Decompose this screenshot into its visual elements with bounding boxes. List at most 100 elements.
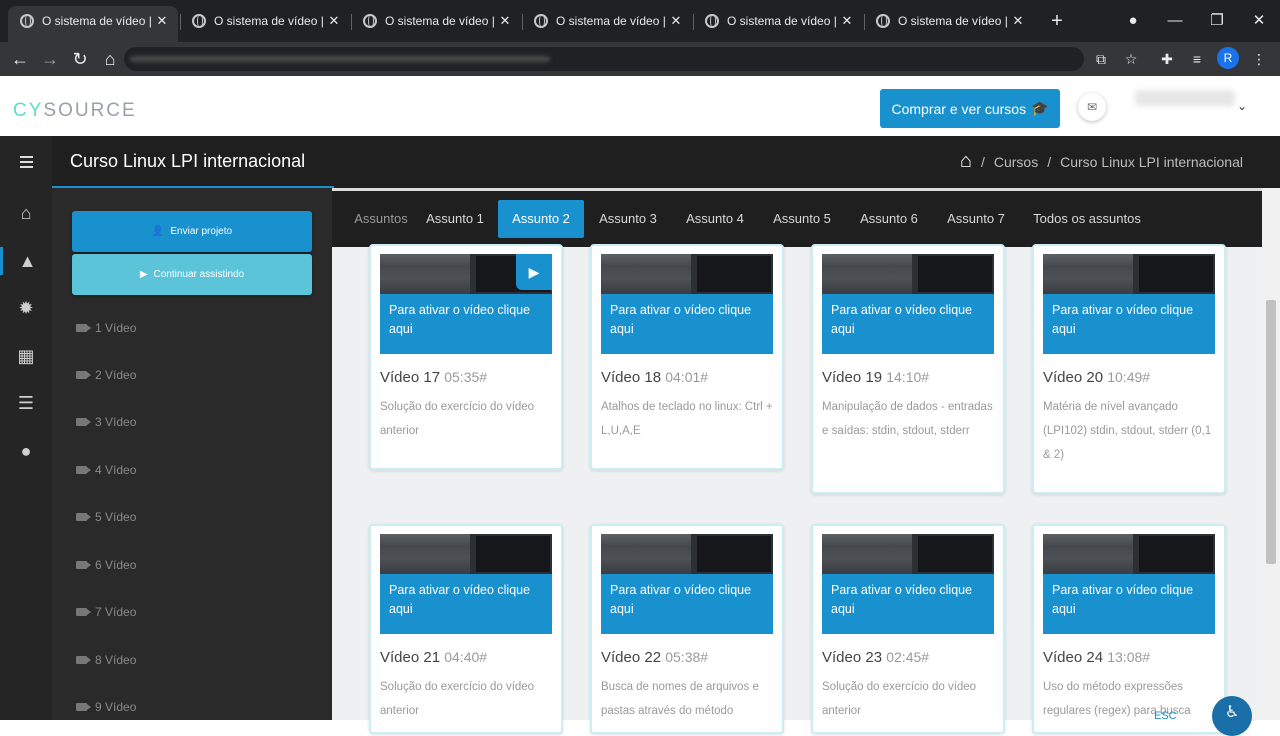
user-menu[interactable] [1135, 90, 1235, 106]
play-icon[interactable]: ▶ [516, 254, 552, 290]
continue-watching-button[interactable]: ▶ Continuar assistindo [72, 254, 312, 295]
video-camera-icon [76, 608, 91, 616]
video-description: Manipulação de dados - entradas e saídas… [822, 401, 993, 437]
video-thumbnail[interactable]: Para ativar o vídeo clique aqui [601, 534, 773, 634]
menu-dots-icon[interactable]: ⋮ [1247, 47, 1271, 71]
topics-label: Assuntos [354, 211, 408, 226]
video-thumbnail[interactable]: Para ativar o vídeo clique aqui [822, 534, 994, 634]
close-icon[interactable]: ✕ [839, 13, 855, 29]
video-camera-icon [76, 371, 91, 379]
video-title: Vídeo 23 02:45# [822, 649, 930, 666]
video-description: Busca de nomes de arquivos e pastas atra… [601, 681, 759, 717]
video-card[interactable]: Para ativar o vídeo clique aqui Vídeo 22… [590, 524, 784, 734]
video-card[interactable]: Para ativar o vídeo clique aqui Vídeo 24… [1032, 524, 1226, 734]
course-bar: Curso Linux LPI internacional ⌂ / Cursos… [0, 136, 1280, 189]
icon-rail: ⌂ ▲ ✹ ▦ ☰ ● [0, 188, 52, 720]
close-window-icon[interactable]: ✕ [1238, 11, 1280, 29]
video-card[interactable]: Para ativar o vídeo clique aqui Vídeo 18… [590, 244, 784, 470]
reload-icon[interactable]: ↻ [68, 47, 92, 71]
video-description: Atalhos de teclado no linux: Ctrl + L,U,… [601, 401, 773, 437]
reading-list-icon[interactable]: ≡ [1185, 47, 1209, 71]
extensions-icon[interactable]: ✚ [1155, 47, 1179, 71]
gear-icon[interactable]: ✹ [0, 294, 52, 322]
browser-tab[interactable]: O sistema de vídeo | C ✕ [180, 6, 350, 36]
new-tab-button[interactable]: + [1047, 10, 1067, 32]
close-icon[interactable]: ✕ [1010, 13, 1026, 29]
video-thumbnail[interactable]: Para ativar o vídeo clique aqui [1043, 254, 1215, 354]
send-project-button[interactable]: 👤 Enviar projeto [72, 211, 312, 252]
video-card[interactable]: ▶ Para ativar o vídeo clique aqui Vídeo … [369, 244, 563, 470]
video-title: Vídeo 21 04:40# [380, 649, 488, 666]
tab-assunto-4[interactable]: Assunto 4 [677, 200, 753, 238]
minimize-icon[interactable]: — [1154, 12, 1196, 29]
translate-icon[interactable]: ⧉ [1089, 47, 1113, 71]
chevron-down-icon[interactable]: ⌄ [1237, 99, 1247, 113]
close-icon[interactable]: ✕ [497, 13, 513, 29]
browser-tab[interactable]: O sistema de vídeo | C ✕ [351, 6, 521, 36]
bookmark-star-icon[interactable]: ☆ [1119, 47, 1143, 71]
browser-tab[interactable]: O sistema de vídeo | C ✕ [8, 6, 178, 42]
video-title: Vídeo 19 14:10# [822, 369, 930, 386]
play-icon: ▶ [139, 269, 148, 280]
video-thumbnail[interactable]: Para ativar o vídeo clique aqui [601, 254, 773, 354]
calendar-icon[interactable]: ▦ [0, 342, 52, 370]
video-thumbnail[interactable]: Para ativar o vídeo clique aqui [380, 534, 552, 634]
buy-courses-button[interactable]: Comprar e ver cursos 🎓 [880, 89, 1060, 128]
list-item[interactable]: 3 Vídeo [76, 412, 136, 432]
tab-assunto-6[interactable]: Assunto 6 [851, 200, 927, 238]
list-item[interactable]: 2 Vídeo [76, 365, 136, 385]
tab-all-topics[interactable]: Todos os assuntos [1028, 200, 1146, 238]
tasks-list-icon[interactable]: ☰ [0, 389, 52, 417]
user-icon[interactable]: ● [0, 437, 52, 465]
list-item[interactable]: 9 Vídeo [76, 697, 136, 717]
forward-icon[interactable]: → [38, 47, 62, 71]
tab-assunto-7[interactable]: Assunto 7 [938, 200, 1014, 238]
tab-assunto-3[interactable]: Assunto 3 [590, 200, 666, 238]
video-card[interactable]: Para ativar o vídeo clique aqui Vídeo 23… [811, 524, 1005, 734]
breadcrumb-cursos[interactable]: Cursos [994, 154, 1038, 170]
main-content: Assuntos Assunto 1 Assunto 2 Assunto 3 A… [332, 188, 1280, 734]
browser-tab[interactable]: O sistema de vídeo | C ✕ [864, 6, 1034, 36]
browser-tab[interactable]: O sistema de vídeo | C ✕ [693, 6, 863, 36]
home-icon[interactable]: ⌂ [98, 47, 122, 71]
video-thumbnail[interactable]: Para ativar o vídeo clique aqui [1043, 534, 1215, 634]
list-item[interactable]: 7 Vídeo [76, 602, 136, 622]
home-icon[interactable]: ⌂ [960, 150, 972, 173]
close-icon[interactable]: ✕ [326, 13, 342, 29]
tab-assunto-5[interactable]: Assunto 5 [764, 200, 840, 238]
tab-assunto-2[interactable]: Assunto 2 [498, 200, 584, 238]
list-item[interactable]: 1 Vídeo [76, 318, 136, 338]
address-bar: ← → ↻ ⌂ ⧉ ☆ ✚ ≡ ⋮ [0, 42, 1280, 76]
profile-avatar[interactable]: R [1217, 47, 1239, 69]
activate-video-label: Para ativar o vídeo clique aqui [610, 303, 752, 336]
restore-icon[interactable]: ❐ [1196, 11, 1238, 29]
video-thumbnail[interactable]: Para ativar o vídeo clique aqui [822, 254, 994, 354]
close-icon[interactable]: ✕ [154, 13, 170, 29]
buy-courses-label: Comprar e ver cursos [891, 100, 1027, 117]
graduation-cap-icon[interactable]: ▲ [0, 247, 52, 275]
list-item[interactable]: 4 Vídeo [76, 460, 136, 480]
list-item[interactable]: 6 Vídeo [76, 555, 136, 575]
tab-title: O sistema de vídeo | C [898, 14, 1010, 28]
scrollbar-thumb[interactable] [1266, 300, 1276, 564]
browser-tab[interactable]: O sistema de vídeo | C ✕ [522, 6, 692, 36]
video-card[interactable]: Para ativar o vídeo clique aqui Vídeo 21… [369, 524, 563, 734]
home-icon[interactable]: ⌂ [0, 199, 52, 227]
back-icon[interactable]: ← [8, 47, 32, 71]
cysource-logo[interactable]: CYSOURCE [13, 100, 137, 122]
user-icon: 👤 [151, 226, 165, 237]
video-camera-icon [76, 324, 91, 332]
mail-icon[interactable]: ✉ [1078, 93, 1106, 121]
video-thumbnail[interactable]: ▶ Para ativar o vídeo clique aqui [380, 254, 552, 354]
list-item[interactable]: 8 Vídeo [76, 650, 136, 670]
accessibility-icon[interactable]: ♿ [1212, 696, 1252, 736]
video-card[interactable]: Para ativar o vídeo clique aqui Vídeo 19… [811, 244, 1005, 494]
site-header: CYSOURCE Comprar e ver cursos 🎓 ✉ ⌄ [0, 76, 1280, 136]
tab-assunto-1[interactable]: Assunto 1 [420, 200, 490, 238]
hamburger-menu-icon[interactable] [0, 136, 52, 188]
close-icon[interactable]: ✕ [668, 13, 684, 29]
tab-search-icon[interactable]: ● [1112, 12, 1154, 29]
url-input[interactable] [124, 47, 1084, 71]
list-item[interactable]: 5 Vídeo [76, 507, 136, 527]
video-card[interactable]: Para ativar o vídeo clique aqui Vídeo 20… [1032, 244, 1226, 494]
